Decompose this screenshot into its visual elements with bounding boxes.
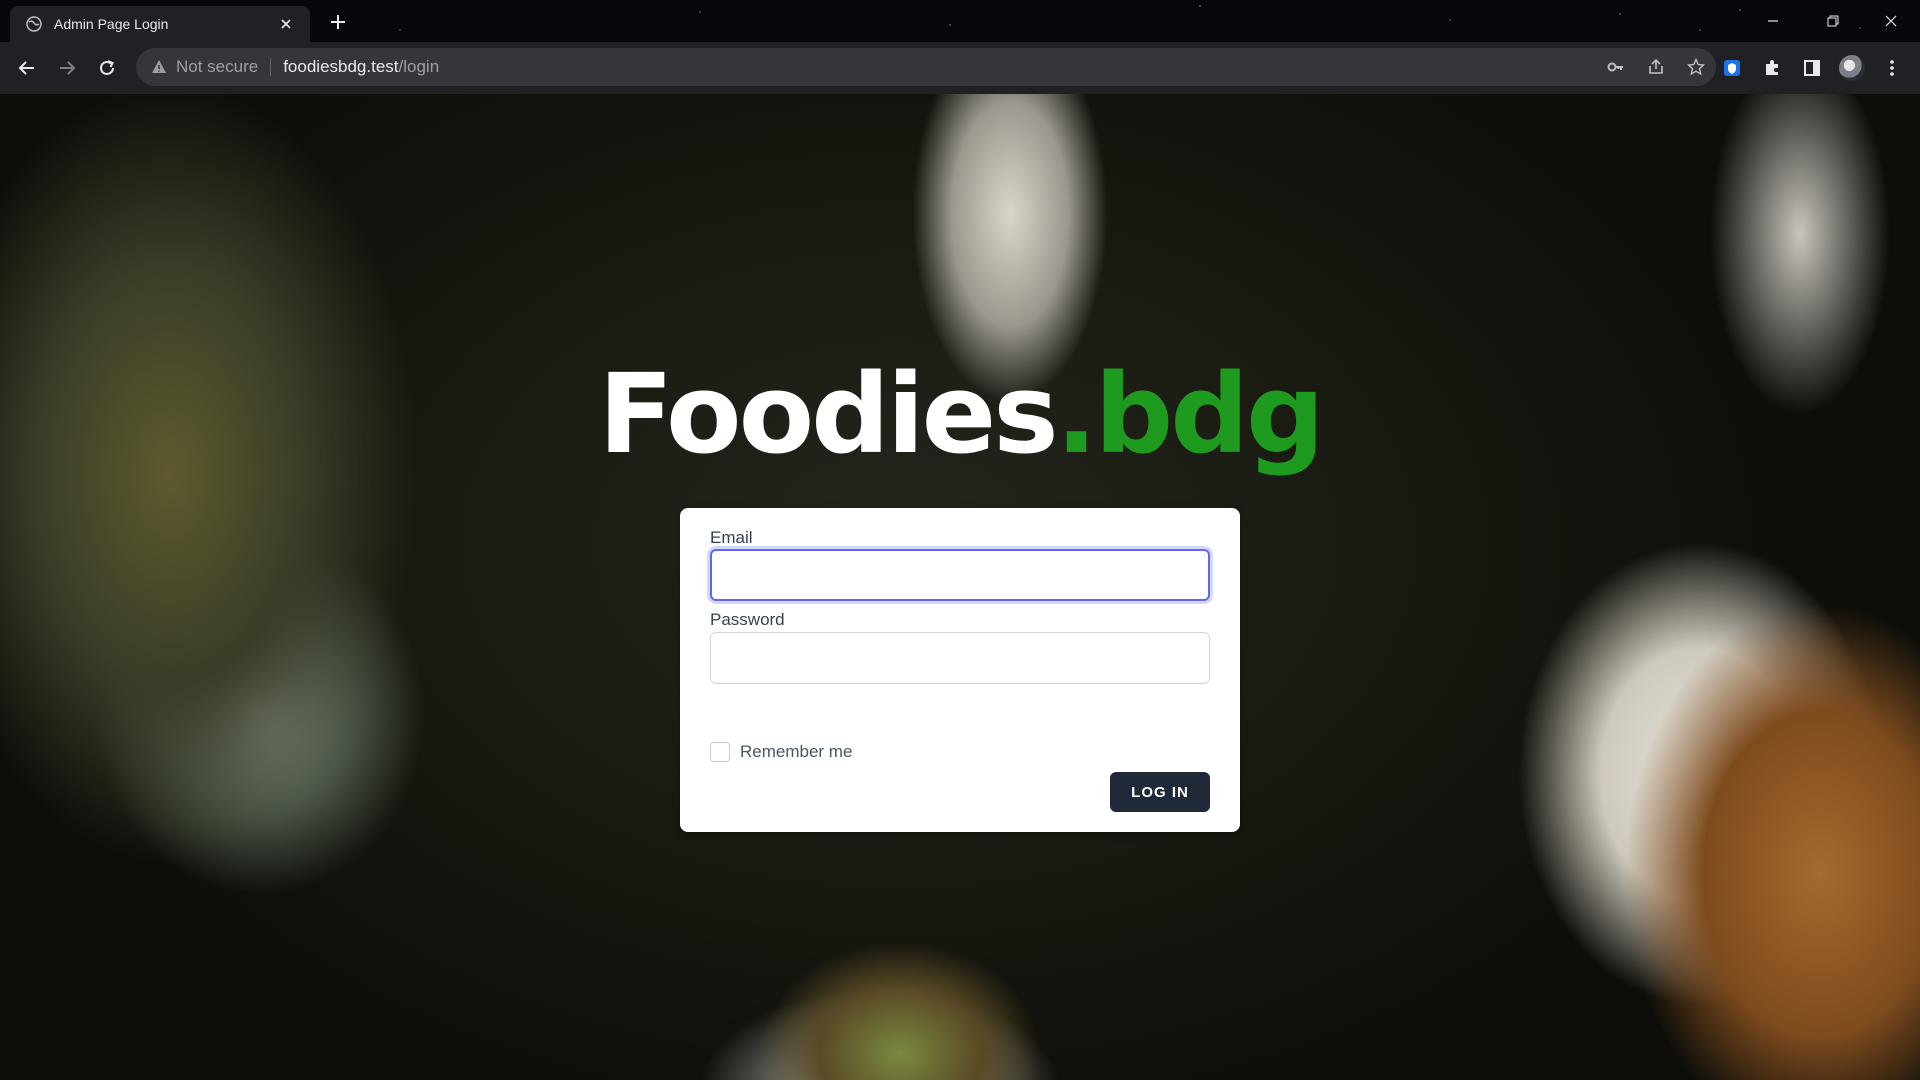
remember-me-label: Remember me <box>740 742 853 761</box>
browser-tab-strip: Admin Page Login <box>0 0 1920 42</box>
browser-tab[interactable]: Admin Page Login <box>10 6 310 42</box>
email-field[interactable] <box>710 549 1210 601</box>
login-button[interactable]: LOG IN <box>1110 772 1210 812</box>
login-card: Email Password Remember me LOG IN <box>680 508 1240 832</box>
address-bar[interactable]: Not secure foodiesbdg.test /login <box>136 48 1716 86</box>
close-icon <box>1885 15 1897 27</box>
restore-icon <box>1827 15 1839 27</box>
tab-title: Admin Page Login <box>54 16 169 32</box>
minimize-button[interactable] <box>1750 8 1796 34</box>
puzzle-icon[interactable] <box>1752 50 1792 86</box>
url-path: /login <box>398 57 440 76</box>
profile-avatar[interactable] <box>1832 50 1872 86</box>
password-label: Password <box>710 610 785 629</box>
back-button[interactable] <box>10 51 44 85</box>
forward-button[interactable] <box>50 51 84 85</box>
security-status[interactable]: Not secure <box>176 57 258 77</box>
avatar <box>1839 55 1865 81</box>
restore-button[interactable] <box>1810 8 1856 34</box>
more-menu-icon[interactable] <box>1872 50 1912 86</box>
plus-icon <box>331 15 345 29</box>
browser-toolbar: Not secure foodiesbdg.test /login <box>0 42 1920 94</box>
key-icon[interactable] <box>1596 48 1636 86</box>
remember-me-checkbox[interactable] <box>710 742 730 762</box>
remember-me-control[interactable]: Remember me <box>710 742 852 762</box>
share-icon[interactable] <box>1636 48 1676 86</box>
divider <box>270 58 272 76</box>
side-panel-icon[interactable] <box>1792 50 1832 86</box>
brand-name: Foodies <box>598 350 1058 478</box>
url-host: foodiesbdg.test <box>283 57 399 76</box>
extension-shield-icon[interactable] <box>1712 50 1752 86</box>
extensions-area <box>1712 50 1912 86</box>
new-tab-button[interactable] <box>326 10 350 34</box>
arrow-right-icon <box>60 61 76 75</box>
globe-icon <box>26 16 42 32</box>
star-icon[interactable] <box>1676 48 1716 86</box>
login-page: Foodies.bdg Email Password Remember me L… <box>0 94 1920 1080</box>
close-icon[interactable] <box>276 14 296 34</box>
reload-button[interactable] <box>90 51 124 85</box>
minimize-icon <box>1768 20 1778 22</box>
warning-icon[interactable] <box>150 58 168 76</box>
brand-logo: Foodies.bdg <box>0 359 1920 469</box>
arrow-left-icon <box>18 61 34 75</box>
close-window-button[interactable] <box>1868 8 1914 34</box>
reload-icon <box>100 60 114 75</box>
password-field[interactable] <box>710 632 1210 684</box>
brand-suffix: .bdg <box>1055 350 1325 478</box>
email-label: Email <box>710 528 753 547</box>
